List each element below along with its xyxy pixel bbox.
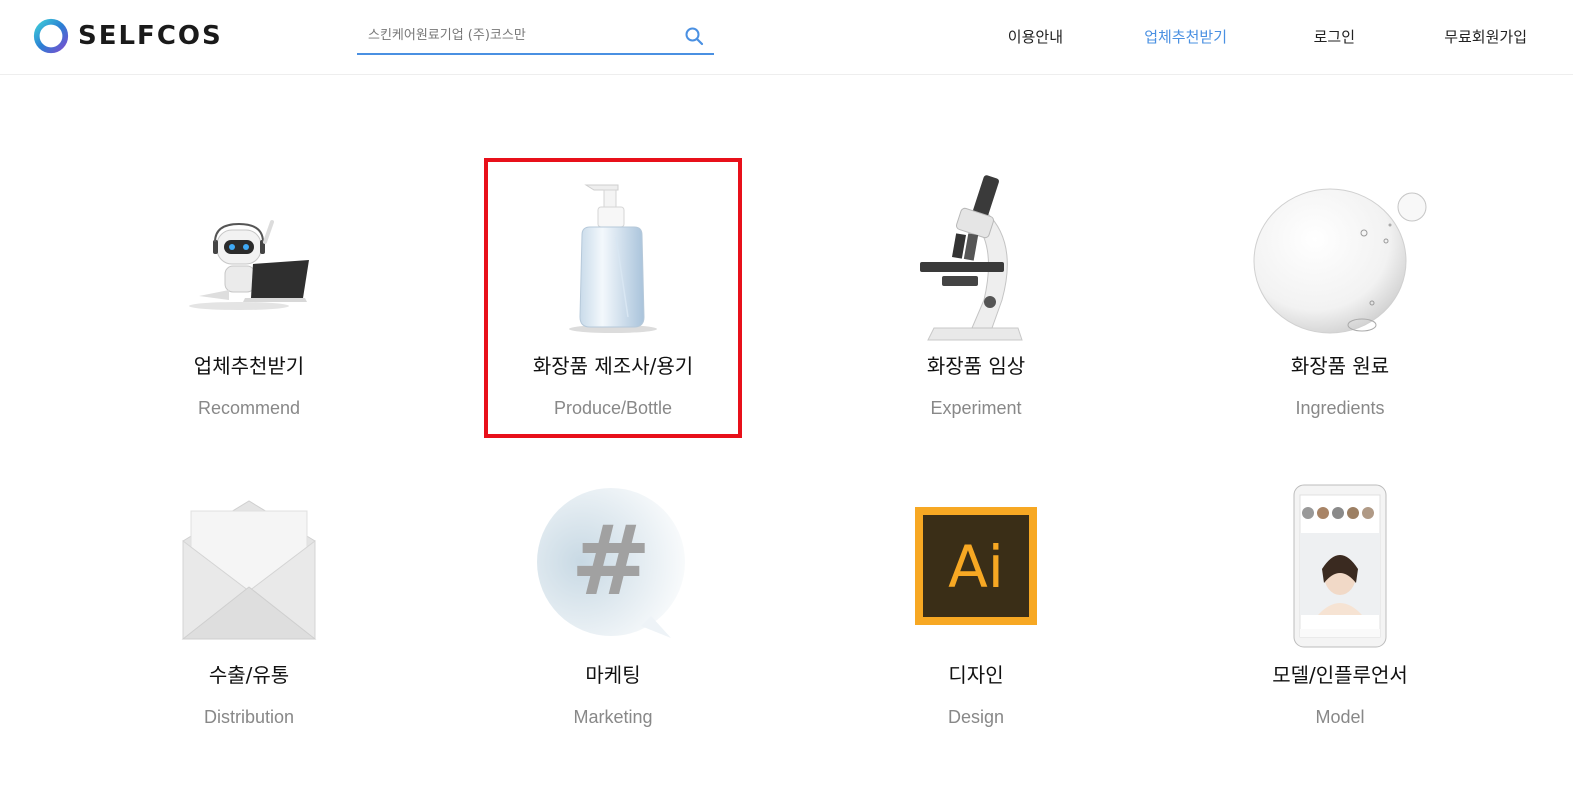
- category-card-design[interactable]: Ai 디자인 Design: [849, 469, 1103, 745]
- category-card-experiment[interactable]: 화장품 임상 Experiment: [849, 160, 1103, 436]
- category-card-marketing[interactable]: # 마케팅 Marketing: [486, 469, 740, 745]
- search-icon[interactable]: [674, 21, 714, 51]
- site-header: SELFCOS 이용안내 업체추천받기 로그인 무료회원가입: [0, 0, 1573, 75]
- category-card-distribution[interactable]: 수출/유통 Distribution: [122, 469, 376, 745]
- svg-text:#: #: [571, 505, 651, 617]
- category-subtitle: Produce/Bottle: [553, 398, 673, 418]
- category-title: 디자인: [948, 663, 1004, 687]
- pump-bottle-icon: [528, 172, 698, 342]
- illustrator-icon: Ai: [891, 481, 1061, 651]
- robot-laptop-icon: [164, 172, 334, 342]
- category-card-model[interactable]: 모델/인플루언서 Model: [1213, 469, 1467, 745]
- nav-signup[interactable]: 무료회원가입: [1444, 26, 1527, 47]
- category-title: 업체추천받기: [193, 354, 305, 378]
- category-subtitle: Marketing: [573, 707, 653, 727]
- category-subtitle: Distribution: [203, 707, 295, 727]
- category-title: 모델/인플루언서: [1272, 663, 1408, 687]
- category-title: 수출/유통: [208, 663, 290, 687]
- svg-text:Ai: Ai: [948, 533, 1004, 601]
- category-subtitle: Experiment: [930, 398, 1022, 418]
- hashtag-bubble-icon: #: [528, 481, 698, 651]
- category-title: 화장품 임상: [926, 354, 1026, 378]
- category-subtitle: Ingredients: [1295, 398, 1385, 418]
- envelope-icon: [164, 481, 334, 651]
- nav-recommend[interactable]: 업체추천받기: [1144, 26, 1227, 47]
- nav-guide[interactable]: 이용안내: [1008, 26, 1063, 47]
- category-subtitle: Recommend: [197, 398, 301, 418]
- search-bar: [357, 18, 714, 55]
- logo-text: SELFCOS: [78, 21, 223, 51]
- category-subtitle: Model: [1315, 707, 1365, 727]
- smartphone-model-icon: [1255, 481, 1425, 651]
- water-droplet-icon: [1250, 172, 1430, 342]
- category-card-recommend[interactable]: 업체추천받기 Recommend: [122, 160, 376, 436]
- category-card-produce-bottle[interactable]: 화장품 제조사/용기 Produce/Bottle: [484, 158, 742, 438]
- nav-login[interactable]: 로그인: [1314, 26, 1355, 47]
- category-card-ingredients[interactable]: 화장품 원료 Ingredients: [1213, 160, 1467, 436]
- category-title: 화장품 원료: [1290, 354, 1390, 378]
- search-input[interactable]: [357, 20, 674, 51]
- logo-ring-icon: [33, 18, 69, 54]
- logo[interactable]: SELFCOS: [32, 17, 223, 55]
- category-title: 마케팅: [585, 663, 641, 687]
- category-subtitle: Design: [947, 707, 1005, 727]
- category-title: 화장품 제조사/용기: [532, 354, 694, 378]
- microscope-icon: [891, 172, 1061, 342]
